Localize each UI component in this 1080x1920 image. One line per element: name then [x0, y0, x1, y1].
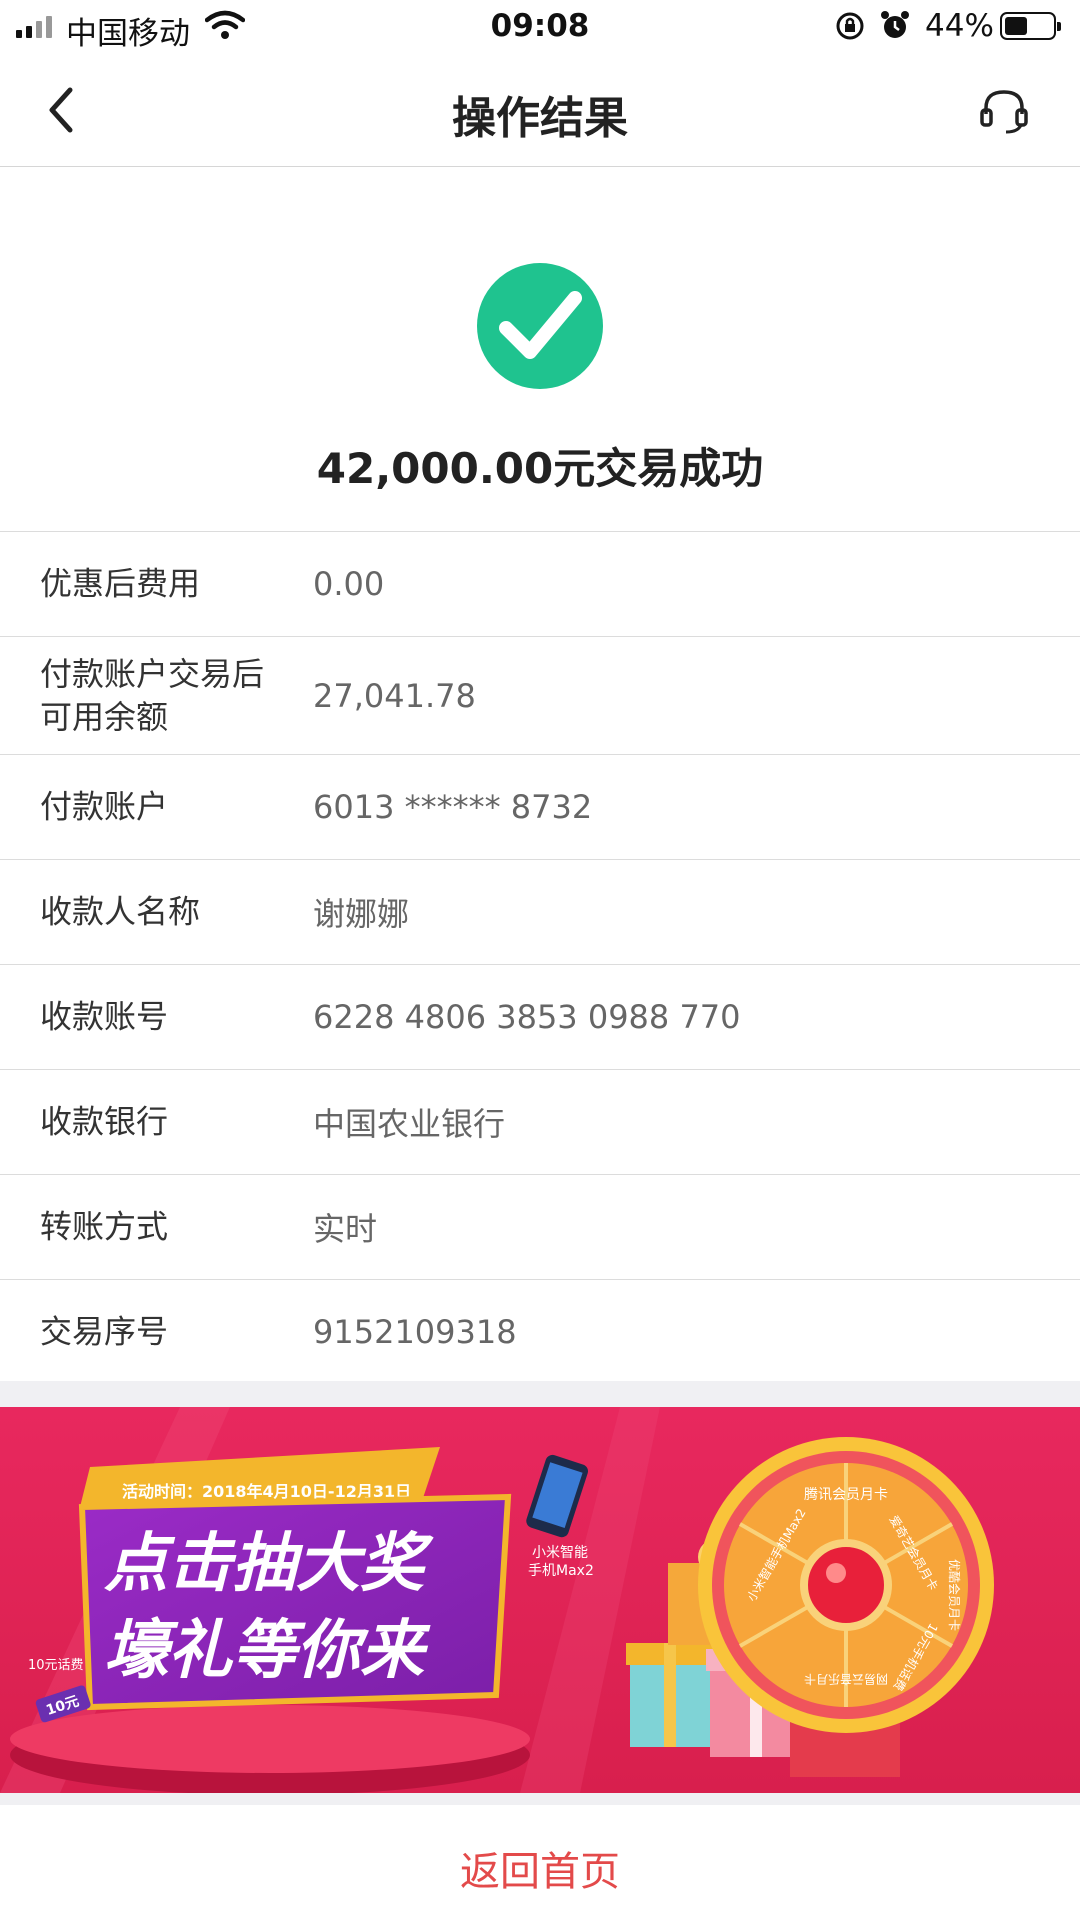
banner-phone-credit-label: 10元话费: [28, 1658, 84, 1673]
return-home-button[interactable]: 返回首页: [0, 1805, 1080, 1920]
battery-percent: 44%: [925, 8, 994, 44]
success-check-icon: [476, 262, 604, 394]
detail-label: 优惠后费用: [40, 564, 201, 603]
detail-row-available-balance: 付款账户交易后可用余额 27,041.78: [0, 637, 1080, 755]
page-title: 操作结果: [452, 93, 628, 144]
detail-row-fee: 优惠后费用 0.00: [0, 532, 1080, 637]
detail-row-payer-account: 付款账户 6013 ****** 8732: [0, 755, 1080, 860]
detail-label: 收款人名称: [40, 892, 201, 931]
transaction-details: 优惠后费用 0.00 付款账户交易后可用余额 27,041.78 付款账户 60…: [0, 531, 1080, 1385]
rotation-lock-icon: [834, 10, 866, 50]
navigation-bar: 操作结果: [0, 56, 1080, 167]
wheel-label: 网易云音乐月卡: [804, 1672, 888, 1687]
detail-row-transaction-number: 交易序号 9152109318: [0, 1280, 1080, 1385]
detail-label: 交易序号: [40, 1312, 169, 1351]
detail-label: 付款账户交易后可用余额: [40, 654, 265, 736]
detail-value: 实时: [313, 1210, 378, 1248]
banner-headline-line-2: 壕礼等你来: [104, 1614, 431, 1688]
detail-value: 27,041.78: [313, 676, 476, 715]
battery-icon: [1000, 12, 1061, 40]
detail-row-payee-bank: 收款银行 中国农业银行: [0, 1070, 1080, 1175]
banner-phone-label-2: 手机Max2: [528, 1563, 594, 1579]
alarm-icon: [880, 10, 910, 50]
detail-label: 转账方式: [40, 1207, 169, 1246]
detail-label: 收款银行: [40, 1102, 169, 1141]
detail-value: 中国农业银行: [313, 1105, 506, 1143]
banner-headline-line-1: 点击抽大奖: [104, 1527, 434, 1601]
detail-value: 6228 4806 3853 0988 770: [313, 998, 741, 1036]
detail-label: 收款账号: [40, 997, 169, 1036]
detail-row-transfer-method: 转账方式 实时: [0, 1175, 1080, 1280]
detail-row-payee-name: 收款人名称 谢娜娜: [0, 860, 1080, 965]
detail-value: 谢娜娜: [313, 895, 410, 933]
result-section: 42,000.00元交易成功: [0, 167, 1080, 531]
banner-phone-label-1: 小米智能: [532, 1545, 588, 1561]
customer-service-headset-icon[interactable]: [978, 86, 1030, 140]
transaction-success-message: 42,000.00元交易成功: [316, 444, 764, 493]
detail-value: 9152109318: [313, 1313, 517, 1351]
section-divider: [0, 1793, 1080, 1805]
lottery-promo-banner[interactable]: 活动时间：2018年4月10日-12月31日 点击抽大奖 壕礼等你来 小米智能 …: [0, 1407, 1080, 1793]
detail-label: 付款账户: [40, 787, 169, 826]
detail-row-payee-account: 收款账号 6228 4806 3853 0988 770: [0, 965, 1080, 1070]
wheel-label: 优酷会员月卡: [947, 1559, 961, 1631]
detail-value: 0.00: [313, 565, 385, 603]
wheel-label: 腾讯会员月卡: [804, 1486, 888, 1503]
section-divider: [0, 1381, 1080, 1407]
clock: 09:08: [490, 8, 590, 44]
return-home-label: 返回首页: [460, 1849, 620, 1895]
status-bar: 中国移动 09:08 44%: [0, 0, 1080, 56]
detail-value: 6013 ****** 8732: [313, 788, 593, 826]
